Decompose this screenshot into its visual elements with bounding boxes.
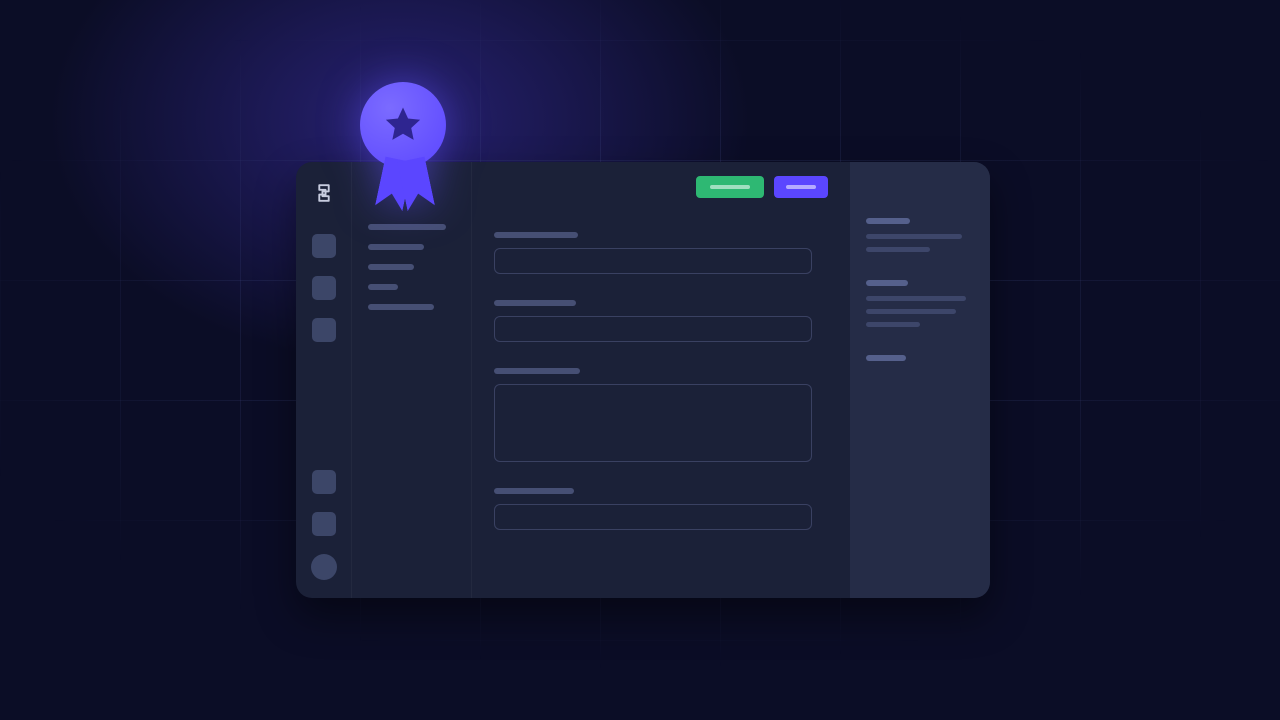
star-medal-icon (360, 82, 446, 168)
nav-link-5[interactable] (368, 304, 434, 310)
aside-panel (850, 162, 990, 598)
aside-text-line (866, 247, 930, 252)
rail-item-5[interactable] (312, 512, 336, 536)
nav-link-2[interactable] (368, 244, 424, 250)
secondary-action-button[interactable] (774, 176, 828, 198)
form-field-3 (494, 368, 828, 462)
icon-rail (296, 162, 352, 598)
user-avatar[interactable] (311, 554, 337, 580)
rail-item-1[interactable] (312, 234, 336, 258)
text-input[interactable] (494, 248, 812, 274)
field-label (494, 300, 576, 306)
aside-block-1 (866, 218, 974, 252)
rail-item-2[interactable] (312, 276, 336, 300)
text-input[interactable] (494, 504, 812, 530)
app-logo-icon (314, 182, 334, 204)
field-label (494, 232, 578, 238)
form-field-2 (494, 300, 828, 342)
nav-link-3[interactable] (368, 264, 414, 270)
aside-heading (866, 355, 906, 361)
form-field-4 (494, 488, 828, 530)
rail-item-3[interactable] (312, 318, 336, 342)
button-label (786, 185, 816, 189)
text-input[interactable] (494, 316, 812, 342)
field-label (494, 488, 574, 494)
rail-item-4[interactable] (312, 470, 336, 494)
primary-action-button[interactable] (696, 176, 764, 198)
nav-link-4[interactable] (368, 284, 398, 290)
aside-text-line (866, 309, 956, 314)
aside-heading (866, 218, 910, 224)
aside-block-3 (866, 355, 974, 361)
app-window (296, 162, 990, 598)
aside-text-line (866, 296, 966, 301)
aside-text-line (866, 234, 962, 239)
nav-link-1[interactable] (368, 224, 446, 230)
form-field-1 (494, 232, 828, 274)
aside-text-line (866, 322, 920, 327)
achievement-badge (360, 82, 450, 208)
field-label (494, 368, 580, 374)
textarea-input[interactable] (494, 384, 812, 462)
nav-column (352, 162, 472, 598)
toolbar (696, 176, 828, 198)
aside-block-2 (866, 280, 974, 327)
aside-heading (866, 280, 908, 286)
button-label (710, 185, 751, 189)
main-panel (472, 162, 850, 598)
